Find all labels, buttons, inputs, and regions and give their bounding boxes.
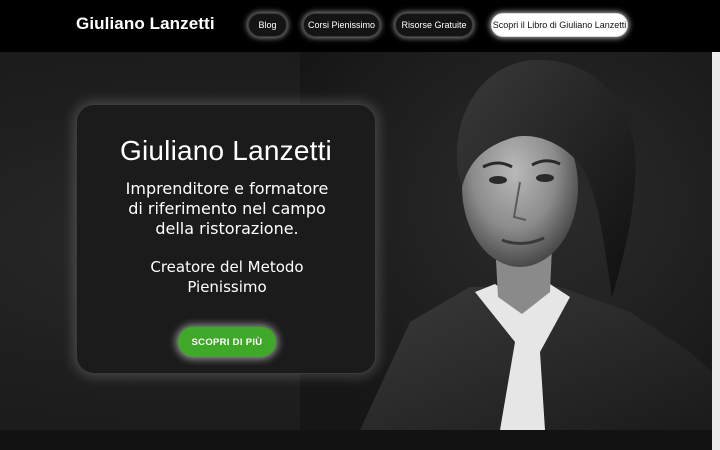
nav-risorse-button[interactable]: Risorse Gratuite [395, 13, 473, 37]
hero-subtitle: Imprenditore e formatore di riferimento … [125, 179, 329, 238]
page-edge [712, 52, 720, 450]
hero-section: Giuliano Lanzetti Imprenditore e formato… [0, 52, 712, 430]
cta-scopri-button[interactable]: SCOPRI DI PIÙ [178, 327, 276, 357]
nav-libro-button[interactable]: Scopri il Libro di Giuliano Lanzetti [491, 13, 628, 37]
main-nav: Blog Corsi Pienissimo Risorse Gratuite S… [0, 13, 720, 39]
nav-corsi-button[interactable]: Corsi Pienissimo [303, 13, 380, 37]
site-header: Giuliano Lanzetti Blog Corsi Pienissimo … [0, 0, 720, 52]
hero-title: Giuliano Lanzetti [120, 135, 332, 166]
nav-blog-button[interactable]: Blog [248, 13, 287, 37]
hero-tagline: Creatore del Metodo Pienissimo [150, 258, 304, 296]
page-bottom-band [0, 430, 712, 450]
hero-card: Giuliano Lanzetti Imprenditore e formato… [76, 104, 376, 374]
